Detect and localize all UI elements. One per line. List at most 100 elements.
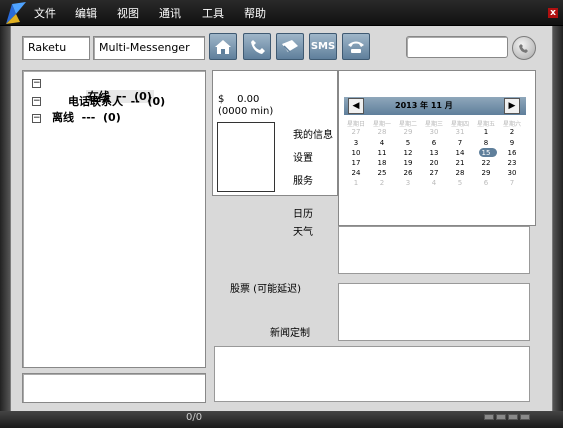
calendar-day[interactable]: 28 bbox=[450, 169, 470, 177]
window-right-border bbox=[553, 26, 563, 428]
status-bar bbox=[0, 411, 563, 428]
menu-tools[interactable]: 工具 bbox=[202, 8, 224, 20]
chevron-right-icon: ▶ bbox=[508, 101, 516, 111]
balance-amount: $ 0.00 bbox=[218, 94, 260, 105]
calendar-day[interactable]: 8 bbox=[476, 139, 496, 147]
calendar-day[interactable]: 24 bbox=[346, 169, 366, 177]
menu-communication[interactable]: 通讯 bbox=[159, 8, 181, 20]
calendar-day[interactable]: 29 bbox=[398, 128, 418, 136]
calendar-day[interactable]: 7 bbox=[450, 139, 470, 147]
calendar-day[interactable]: 26 bbox=[398, 169, 418, 177]
weekday-label: 星期日 bbox=[347, 121, 366, 128]
chat-icon bbox=[282, 39, 298, 53]
calendar-day[interactable]: 1 bbox=[476, 128, 496, 136]
search-input[interactable] bbox=[406, 36, 508, 58]
calendar-day[interactable]: 7 bbox=[502, 179, 522, 187]
calendar-day[interactable]: 10 bbox=[346, 149, 366, 157]
next-month-button[interactable]: ▶ bbox=[504, 98, 520, 114]
link-weather[interactable]: 天气 bbox=[293, 223, 313, 238]
calendar-day[interactable]: 4 bbox=[372, 139, 392, 147]
call-button[interactable] bbox=[243, 33, 271, 60]
sms-button[interactable]: SMS bbox=[309, 33, 337, 60]
calendar-day[interactable]: 13 bbox=[424, 149, 444, 157]
home-icon bbox=[215, 39, 231, 54]
conference-call-button[interactable] bbox=[342, 33, 370, 60]
link-my-info[interactable]: 我的信息 bbox=[293, 126, 333, 141]
contact-group-offline[interactable]: 离线 --- (0) bbox=[52, 109, 121, 125]
dial-icon bbox=[519, 44, 528, 53]
calendar-day[interactable]: 11 bbox=[372, 149, 392, 157]
calendar-day[interactable]: 15 bbox=[476, 149, 496, 157]
avatar[interactable] bbox=[217, 122, 275, 192]
menu-file[interactable]: 文件 bbox=[34, 8, 56, 20]
status-message-field[interactable] bbox=[22, 373, 206, 403]
status-indicator bbox=[484, 414, 494, 420]
calendar-day[interactable]: 17 bbox=[346, 159, 366, 167]
home-button[interactable] bbox=[209, 33, 237, 60]
collapse-offline-toggle[interactable]: − bbox=[32, 114, 41, 123]
network-field[interactable]: Multi-Messenger bbox=[93, 36, 205, 60]
calendar-day[interactable]: 29 bbox=[476, 169, 496, 177]
calendar-day[interactable]: 28 bbox=[372, 128, 392, 136]
menu-help[interactable]: 帮助 bbox=[244, 8, 266, 20]
calendar-day[interactable]: 2 bbox=[502, 128, 522, 136]
status-indicator bbox=[508, 414, 518, 420]
phone-icon bbox=[251, 39, 265, 54]
weekday-label: 星期三 bbox=[425, 121, 444, 128]
prev-month-button[interactable]: ◀ bbox=[348, 98, 364, 114]
weekday-label: 星期二 bbox=[399, 121, 418, 128]
calendar-day[interactable]: 22 bbox=[476, 159, 496, 167]
link-calendar[interactable]: 日历 bbox=[293, 205, 313, 220]
collapse-phone-toggle[interactable]: − bbox=[32, 97, 41, 106]
panel-divider bbox=[212, 198, 338, 228]
calendar-day[interactable]: 30 bbox=[424, 128, 444, 136]
calendar-day[interactable]: 19 bbox=[398, 159, 418, 167]
calendar-day[interactable]: 14 bbox=[450, 149, 470, 157]
calendar-day[interactable]: 25 bbox=[372, 169, 392, 177]
menu-view[interactable]: 视图 bbox=[117, 8, 139, 20]
calendar-day[interactable]: 30 bbox=[502, 169, 522, 177]
status-indicator bbox=[520, 414, 530, 420]
weekday-label: 星期六 bbox=[503, 121, 522, 128]
chat-button[interactable] bbox=[276, 33, 304, 60]
calendar-day[interactable]: 5 bbox=[398, 139, 418, 147]
weekday-label: 星期一 bbox=[373, 121, 392, 128]
calendar-day[interactable]: 20 bbox=[424, 159, 444, 167]
calendar-day[interactable]: 4 bbox=[424, 179, 444, 187]
calendar-day[interactable]: 6 bbox=[476, 179, 496, 187]
handset-icon bbox=[348, 41, 364, 53]
stocks-panel bbox=[338, 283, 530, 341]
calendar-day[interactable]: 16 bbox=[502, 149, 522, 157]
calendar-day[interactable]: 3 bbox=[346, 139, 366, 147]
calendar-day[interactable]: 31 bbox=[450, 128, 470, 136]
calendar-day[interactable]: 6 bbox=[424, 139, 444, 147]
calendar-day[interactable]: 2 bbox=[372, 179, 392, 187]
menu-edit[interactable]: 编辑 bbox=[75, 8, 97, 20]
calendar-day[interactable]: 18 bbox=[372, 159, 392, 167]
balance-minutes: (0000 min) bbox=[218, 106, 274, 117]
calendar-day[interactable]: 21 bbox=[450, 159, 470, 167]
calendar-day[interactable]: 1 bbox=[346, 179, 366, 187]
calendar-day[interactable]: 23 bbox=[502, 159, 522, 167]
close-button[interactable]: x bbox=[548, 8, 558, 18]
link-settings[interactable]: 设置 bbox=[293, 149, 313, 164]
chevron-left-icon: ◀ bbox=[352, 101, 360, 111]
calendar-day[interactable]: 9 bbox=[502, 139, 522, 147]
calendar-day[interactable]: 5 bbox=[450, 179, 470, 187]
status-indicator bbox=[496, 414, 506, 420]
calendar-day[interactable]: 27 bbox=[424, 169, 444, 177]
status-count: 0/0 bbox=[186, 412, 203, 423]
contact-group-phone[interactable]: 电话联系人 -- (0) bbox=[68, 93, 165, 109]
link-services[interactable]: 服务 bbox=[293, 172, 313, 187]
dial-button[interactable] bbox=[512, 36, 536, 60]
calendar-day[interactable]: 12 bbox=[398, 149, 418, 157]
window-left-border bbox=[0, 26, 10, 428]
sms-label: SMS bbox=[310, 41, 336, 52]
calendar-month-title: 2013 年 11 月 bbox=[395, 101, 453, 110]
username-field[interactable]: Raketu bbox=[22, 36, 90, 60]
calendar-day[interactable]: 27 bbox=[346, 128, 366, 136]
calendar-day[interactable]: 3 bbox=[398, 179, 418, 187]
raketu-logo-icon bbox=[6, 2, 26, 24]
news-label: 新闻定制 bbox=[270, 328, 310, 339]
collapse-online-toggle[interactable]: − bbox=[32, 79, 41, 88]
